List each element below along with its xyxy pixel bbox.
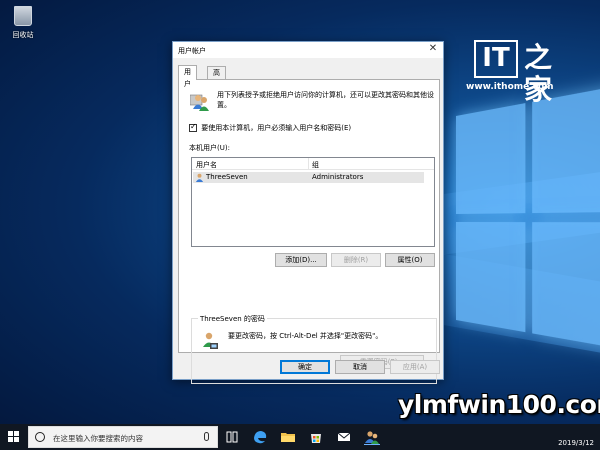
store-icon[interactable] (308, 429, 324, 445)
logo-pane-br (532, 222, 600, 350)
checkmark-icon: ✓ (190, 122, 197, 131)
column-header-group[interactable]: 组 (312, 160, 319, 170)
ithome-url: www.ithome.com (466, 82, 554, 92)
dialog-titlebar[interactable]: 用户帐户 ✕ (173, 42, 443, 58)
logo-pane-tl (456, 103, 526, 214)
ithome-logo-zh: 之家 (524, 41, 553, 106)
windows-icon-pane (8, 437, 13, 442)
windows-icon-pane (14, 431, 19, 436)
description-text: 用下列表授予或拒绝用户访问你的计算机，还可以更改其密码和其他设置。 (217, 91, 434, 109)
cortana-icon (35, 432, 45, 442)
tab-users-label: 用户 (184, 68, 191, 88)
user-accounts-taskbar-icon[interactable] (364, 429, 380, 445)
recycle-bin[interactable]: 回收站 (6, 6, 40, 40)
start-button[interactable] (8, 431, 20, 443)
column-header-username[interactable]: 用户名 (196, 160, 217, 170)
ithome-logo: IT 之家 (474, 40, 570, 106)
microphone-icon[interactable] (204, 432, 209, 441)
properties-button[interactable]: 属性(O) (385, 253, 435, 267)
apply-button[interactable]: 应用(A) (390, 360, 440, 374)
edge-icon[interactable] (252, 429, 268, 445)
remove-button[interactable]: 删除(R) (331, 253, 381, 267)
windows-icon (8, 431, 13, 436)
ithome-logo-it: IT (474, 40, 518, 78)
search-placeholder: 在这里输入你要搜索的内容 (53, 434, 143, 443)
close-icon[interactable]: ✕ (427, 43, 439, 55)
require-password-checkbox[interactable]: ✓ (189, 122, 197, 132)
tab-advanced[interactable]: 高级 (207, 66, 226, 89)
recycle-bin-label: 回收站 (12, 31, 34, 39)
file-explorer-icon[interactable] (280, 429, 296, 445)
users-list[interactable]: 用户名 组 ThreeSeven Administrators (191, 157, 435, 247)
cancel-button[interactable]: 取消 (335, 360, 385, 374)
site-watermark: ylmfwin100.com (398, 390, 600, 419)
mail-icon[interactable] (336, 429, 352, 445)
require-password-label: 要使用本计算机，用户必须输入用户名和密码(E) (201, 124, 352, 132)
task-view-icon[interactable] (224, 429, 240, 445)
local-users-label: 本机用户(U): (189, 144, 230, 152)
clock-date[interactable]: 2019/3/12 (558, 439, 594, 447)
taskbar: 在这里输入你要搜索的内容 2019/3/12 (0, 424, 600, 450)
password-group: ThreeSeven 的密码 要更改密码，按 Ctrl-Alt-Del 并选择"… (191, 314, 437, 384)
row-username: ThreeSeven (206, 173, 248, 181)
list-header: 用户名 组 (192, 158, 434, 170)
recycle-bin-icon (14, 6, 32, 26)
windows-icon-pane (14, 437, 19, 442)
require-password-row: ✓ 要使用本计算机，用户必须输入用户名和密码(E) (189, 122, 352, 133)
ok-button[interactable]: 确定 (280, 360, 330, 374)
user-accounts-dialog: 用户帐户 ✕ 用户 高级 用下列表授予或拒绝用户访问你的计算机，还可以更改其密码… (172, 41, 444, 384)
taskbar-search-box[interactable]: 在这里输入你要搜索的内容 (28, 426, 218, 448)
users-tab-panel: 用下列表授予或拒绝用户访问你的计算机，还可以更改其密码和其他设置。 ✓ 要使用本… (178, 79, 440, 384)
row-group: Administrators (312, 173, 364, 181)
password-instruction: 要更改密码，按 Ctrl-Alt-Del 并选择"更改密码"。 (228, 332, 383, 340)
tab-users[interactable]: 用户 (178, 65, 197, 88)
user-icon (195, 173, 204, 182)
users-icon (190, 94, 209, 111)
windows-logo-wallpaper (456, 84, 600, 358)
add-button[interactable]: 添加(D)... (275, 253, 327, 267)
table-row[interactable]: ThreeSeven Administrators (193, 172, 424, 183)
dialog-title: 用户帐户 (178, 47, 206, 55)
password-group-title: ThreeSeven 的密码 (198, 314, 267, 324)
user-password-icon (203, 332, 218, 349)
logo-pane-bl (456, 222, 526, 333)
column-separator[interactable] (308, 158, 309, 170)
